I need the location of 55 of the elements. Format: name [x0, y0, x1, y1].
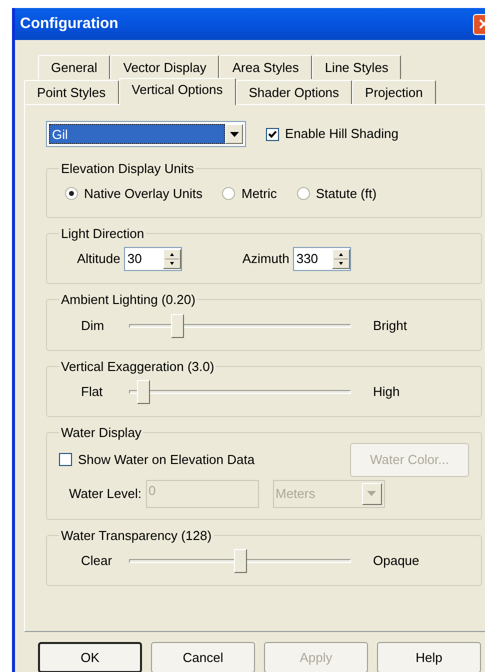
- slider-max-label: High: [373, 383, 400, 402]
- tab[interactable]: Line Styles: [312, 55, 402, 79]
- checkbox-label: Enable Hill Shading: [285, 125, 398, 144]
- radio-label: Statute (ft): [316, 184, 377, 203]
- slider-min-label: Flat: [80, 383, 104, 402]
- slider-min-label: Clear: [80, 552, 114, 570]
- radio-label: Metric: [241, 184, 277, 203]
- slider-min-label: Dim: [80, 316, 106, 335]
- tab[interactable]: Vector Display: [110, 55, 220, 79]
- group-title: Vertical Exaggeration (3.0): [60, 358, 216, 376]
- tab[interactable]: General: [38, 55, 110, 79]
- tab[interactable]: Vertical Options: [118, 78, 236, 105]
- group-title: Ambient Lighting (0.20): [60, 291, 196, 309]
- slider-thumb[interactable]: [137, 380, 150, 404]
- caret-icon: [230, 132, 238, 136]
- slider-max-label: Opaque: [373, 552, 420, 570]
- radio-button[interactable]: [65, 187, 78, 200]
- tab[interactable]: Shader Options: [236, 80, 352, 104]
- spin-label: Azimuth: [242, 250, 290, 268]
- spin-arrows-icon[interactable]: [332, 249, 350, 269]
- group-title: Water Transparency (128): [60, 526, 213, 545]
- checkbox[interactable]: [59, 453, 72, 466]
- dialog-button[interactable]: Cancel: [151, 642, 255, 672]
- radio-label: Native Overlay Units: [84, 184, 202, 203]
- checkbox[interactable]: [266, 128, 279, 140]
- tab[interactable]: Point Styles: [24, 80, 119, 104]
- dialog-button[interactable]: Help: [377, 642, 481, 672]
- spin-label: Altitude: [77, 250, 120, 268]
- caret-icon: [367, 491, 376, 496]
- spin-field[interactable]: 330: [293, 247, 352, 271]
- group-title: Elevation Display Units: [60, 160, 195, 178]
- spin-arrows-icon[interactable]: [163, 249, 182, 269]
- slider[interactable]: [129, 549, 351, 573]
- group-title: Water Display: [60, 424, 142, 442]
- spin-field[interactable]: 30: [124, 247, 182, 271]
- water-level-label: Water Level:: [69, 484, 142, 503]
- slider[interactable]: [129, 314, 351, 338]
- group-title: Light Direction: [60, 224, 146, 243]
- window-title: Configuration: [20, 14, 118, 34]
- tab[interactable]: Area Styles: [219, 55, 312, 79]
- slider-thumb[interactable]: [234, 549, 246, 573]
- slider[interactable]: [129, 380, 351, 404]
- spin-value: 330: [295, 250, 320, 268]
- slider-thumb[interactable]: [170, 314, 184, 338]
- shader-dropdown[interactable]: Gil: [46, 121, 246, 147]
- radio-button[interactable]: [222, 187, 236, 200]
- spin-value: 30: [126, 250, 143, 268]
- slider-max-label: Bright: [373, 316, 407, 335]
- check-icon: [268, 130, 277, 138]
- dialog-button[interactable]: OK: [38, 642, 142, 672]
- tab[interactable]: Projection: [352, 80, 436, 104]
- dropdown-value: Gil: [49, 124, 225, 144]
- dropdown-value: Meters: [276, 484, 316, 503]
- checkbox-label: Show Water on Elevation Data: [78, 450, 255, 469]
- radio-button[interactable]: [296, 187, 310, 200]
